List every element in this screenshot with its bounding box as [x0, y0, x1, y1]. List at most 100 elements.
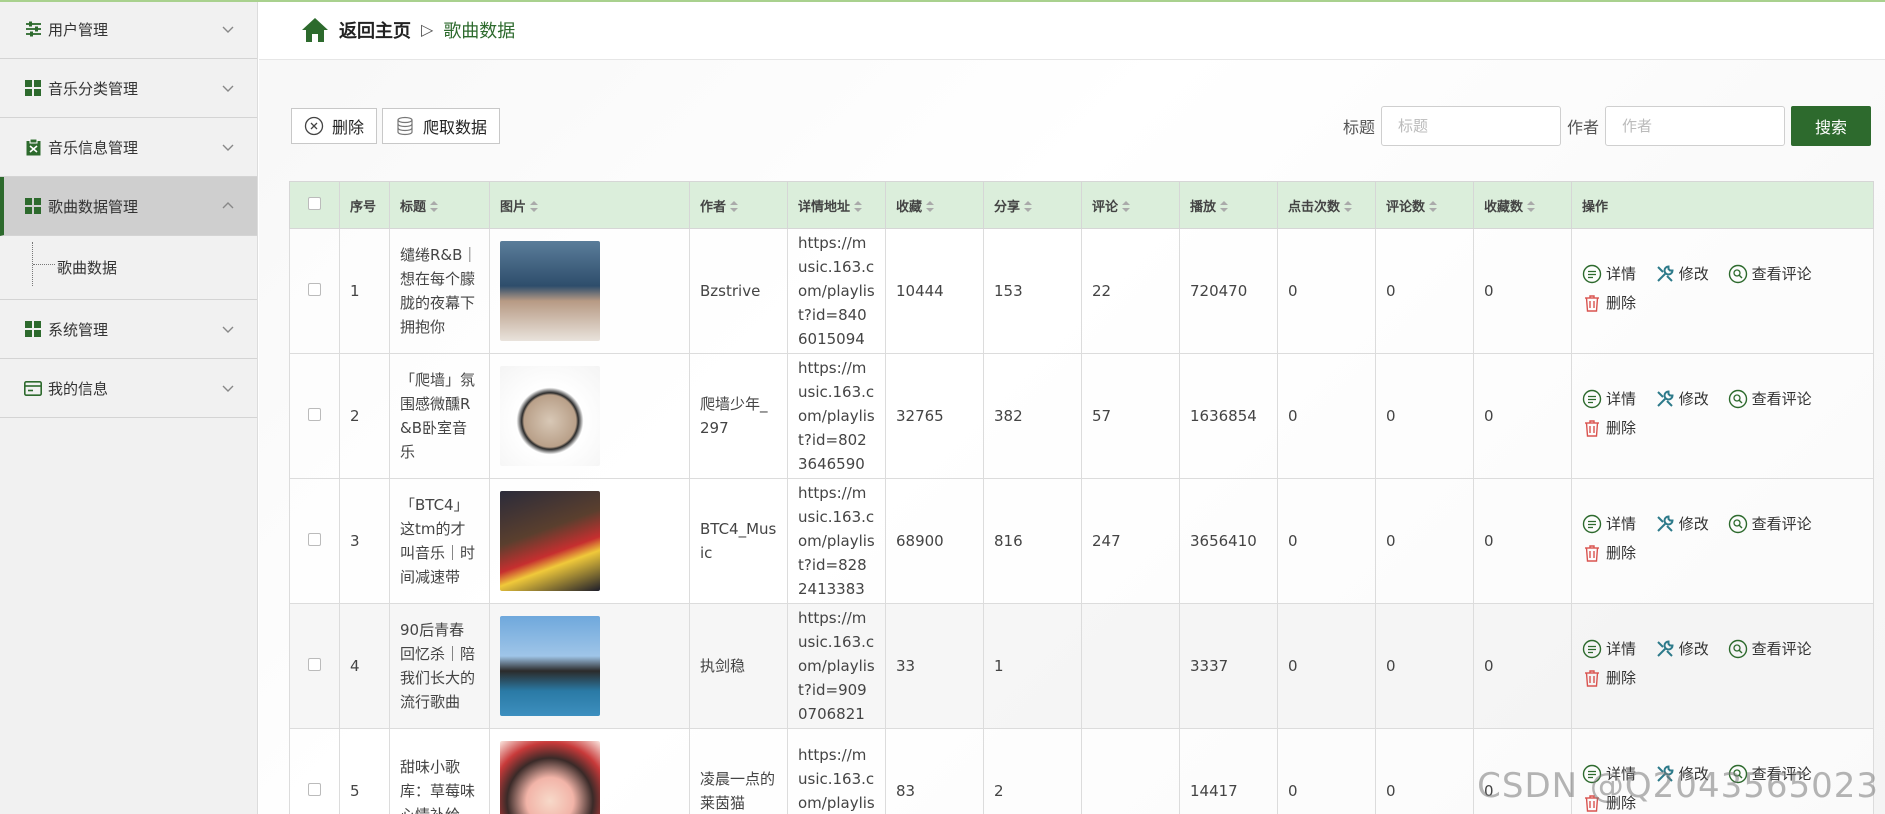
sidebar-item-system[interactable]: 系统管理 [0, 300, 257, 359]
sidebar-item-my-info[interactable]: 我的信息 [0, 359, 257, 418]
cell-image [489, 478, 690, 604]
view-comments-button[interactable]: 查看评论 [1728, 637, 1812, 661]
edit-button[interactable]: 修改 [1655, 387, 1709, 411]
delete-button-label: 删除 [332, 120, 365, 137]
author-search-input[interactable] [1605, 106, 1785, 146]
row-select-cell [289, 728, 340, 814]
cell-actions: 详情 修改 查看评论 删除 [1571, 603, 1874, 729]
home-icon[interactable] [301, 17, 329, 43]
row-checkbox[interactable] [308, 283, 321, 296]
detail-icon [1582, 639, 1602, 659]
view-comments-button[interactable]: 查看评论 [1728, 262, 1812, 286]
column-header-actions: 操作 [1571, 181, 1874, 229]
submenu-item-song-data[interactable]: 歌曲数据 [0, 236, 257, 300]
cell-favs-count: 0 [1473, 228, 1572, 354]
cell-title: 缱绻R&B｜想在每个朦胧的夜幕下拥抱你 [389, 228, 490, 354]
cell-share: 153 [983, 228, 1082, 354]
column-header-fav[interactable]: 收藏 [885, 181, 984, 229]
playlist-cover-image [500, 366, 600, 466]
table-row: 1 缱绻R&B｜想在每个朦胧的夜幕下拥抱你 Bzstrive https://m… [289, 228, 1874, 354]
row-delete-button[interactable]: 删除 [1582, 416, 1636, 440]
close-circle-icon [304, 116, 324, 136]
sort-icon [854, 200, 863, 212]
edit-button[interactable]: 修改 [1655, 512, 1709, 536]
detail-label: 详情 [1606, 390, 1637, 408]
cell-author: BTC4_Music [689, 478, 788, 604]
view-comments-button[interactable]: 查看评论 [1728, 387, 1812, 411]
cell-actions: 详情 修改 查看评论 删除 [1571, 478, 1874, 604]
top-accent-line [0, 0, 1885, 2]
column-header-share[interactable]: 分享 [983, 181, 1082, 229]
trash-icon [1585, 545, 1599, 562]
column-header-url[interactable]: 详情地址 [787, 181, 886, 229]
sidebar-item-user-management[interactable]: 用户管理 [0, 0, 257, 59]
edit-label: 修改 [1678, 640, 1709, 658]
row-checkbox[interactable] [308, 783, 321, 796]
select-all-checkbox[interactable] [308, 196, 321, 210]
search-circle-icon [1728, 639, 1747, 659]
search-circle-icon [1728, 264, 1747, 284]
cell-url: https://music.163.com/playlist?id=909070… [787, 603, 886, 729]
row-delete-button[interactable]: 删除 [1582, 666, 1636, 690]
playlist-cover-image [500, 241, 600, 341]
trash-icon [1585, 420, 1599, 437]
cell-url: https://music.163.com/playlist?id=828241… [787, 478, 886, 604]
column-header-label: 评论 [1092, 199, 1119, 215]
edit-button[interactable]: 修改 [1655, 262, 1709, 286]
cell-favs-count: 0 [1473, 603, 1572, 729]
cell-url: https://music.163.com/playlist?id=840601… [787, 228, 886, 354]
column-header-image[interactable]: 图片 [489, 181, 690, 229]
column-header-comments-count[interactable]: 评论数 [1375, 181, 1474, 229]
detail-button[interactable]: 详情 [1582, 387, 1636, 411]
row-checkbox[interactable] [308, 408, 321, 421]
detail-icon [1582, 264, 1602, 284]
detail-button[interactable]: 详情 [1582, 262, 1636, 286]
chevron-down-icon [222, 385, 234, 392]
author-filter-label: 作者 [1566, 118, 1599, 137]
cell-share: 2 [983, 728, 1082, 814]
sort-icon [1344, 200, 1353, 212]
cell-comments-count: 0 [1375, 353, 1474, 479]
sidebar-item-music-category[interactable]: 音乐分类管理 [0, 59, 257, 118]
column-header-label: 收藏数 [1484, 199, 1524, 215]
column-header-label: 详情地址 [798, 199, 851, 215]
main-content: 返回主页 ▷ 歌曲数据 删除 爬取数据 标题 作者 搜索 序号 [259, 0, 1885, 814]
cell-author: 爬墙少年_297 [689, 353, 788, 479]
cell-share: 816 [983, 478, 1082, 604]
search-button[interactable]: 搜索 [1791, 106, 1871, 146]
home-link[interactable]: 返回主页 [339, 17, 411, 43]
column-header-label: 图片 [500, 199, 527, 215]
delete-button[interactable]: 删除 [291, 108, 378, 144]
wrench-icon [1657, 265, 1674, 282]
row-delete-button[interactable]: 删除 [1582, 291, 1636, 315]
column-header-play[interactable]: 播放 [1179, 181, 1278, 229]
row-checkbox[interactable] [308, 533, 321, 546]
view-comments-button[interactable]: 查看评论 [1728, 512, 1812, 536]
row-checkbox[interactable] [308, 658, 321, 671]
column-header-favs-count[interactable]: 收藏数 [1473, 181, 1572, 229]
column-header-clicks[interactable]: 点击次数 [1277, 181, 1376, 229]
sort-icon [1220, 200, 1229, 212]
column-header-label: 评论数 [1386, 199, 1426, 215]
edit-button[interactable]: 修改 [1655, 637, 1709, 661]
detail-button[interactable]: 详情 [1582, 512, 1636, 536]
column-header-label: 点击次数 [1288, 199, 1341, 215]
sidebar-item-music-info[interactable]: 音乐信息管理 [0, 118, 257, 177]
row-delete-button[interactable]: 删除 [1582, 541, 1636, 565]
cell-fav: 33 [885, 603, 984, 729]
crawl-data-button[interactable]: 爬取数据 [382, 108, 501, 144]
detail-label: 详情 [1606, 515, 1637, 533]
view-comments-label: 查看评论 [1751, 390, 1812, 408]
sidebar-item-song-data[interactable]: 歌曲数据管理 [0, 177, 257, 236]
column-header-comment[interactable]: 评论 [1081, 181, 1180, 229]
column-header-title[interactable]: 标题 [389, 181, 490, 229]
cell-fav: 83 [885, 728, 984, 814]
column-header-author[interactable]: 作者 [689, 181, 788, 229]
title-search-input[interactable] [1380, 106, 1561, 146]
cell-no: 1 [339, 228, 390, 354]
detail-button[interactable]: 详情 [1582, 637, 1636, 661]
toolbar: 删除 爬取数据 [291, 108, 501, 144]
playlist-cover-image [500, 616, 600, 716]
song-data-table: 序号 标题 图片 作者 详情地址 收藏 分享 评论 播放 点击次数 评论数 收藏… [289, 181, 1874, 814]
sort-icon [1122, 200, 1131, 212]
